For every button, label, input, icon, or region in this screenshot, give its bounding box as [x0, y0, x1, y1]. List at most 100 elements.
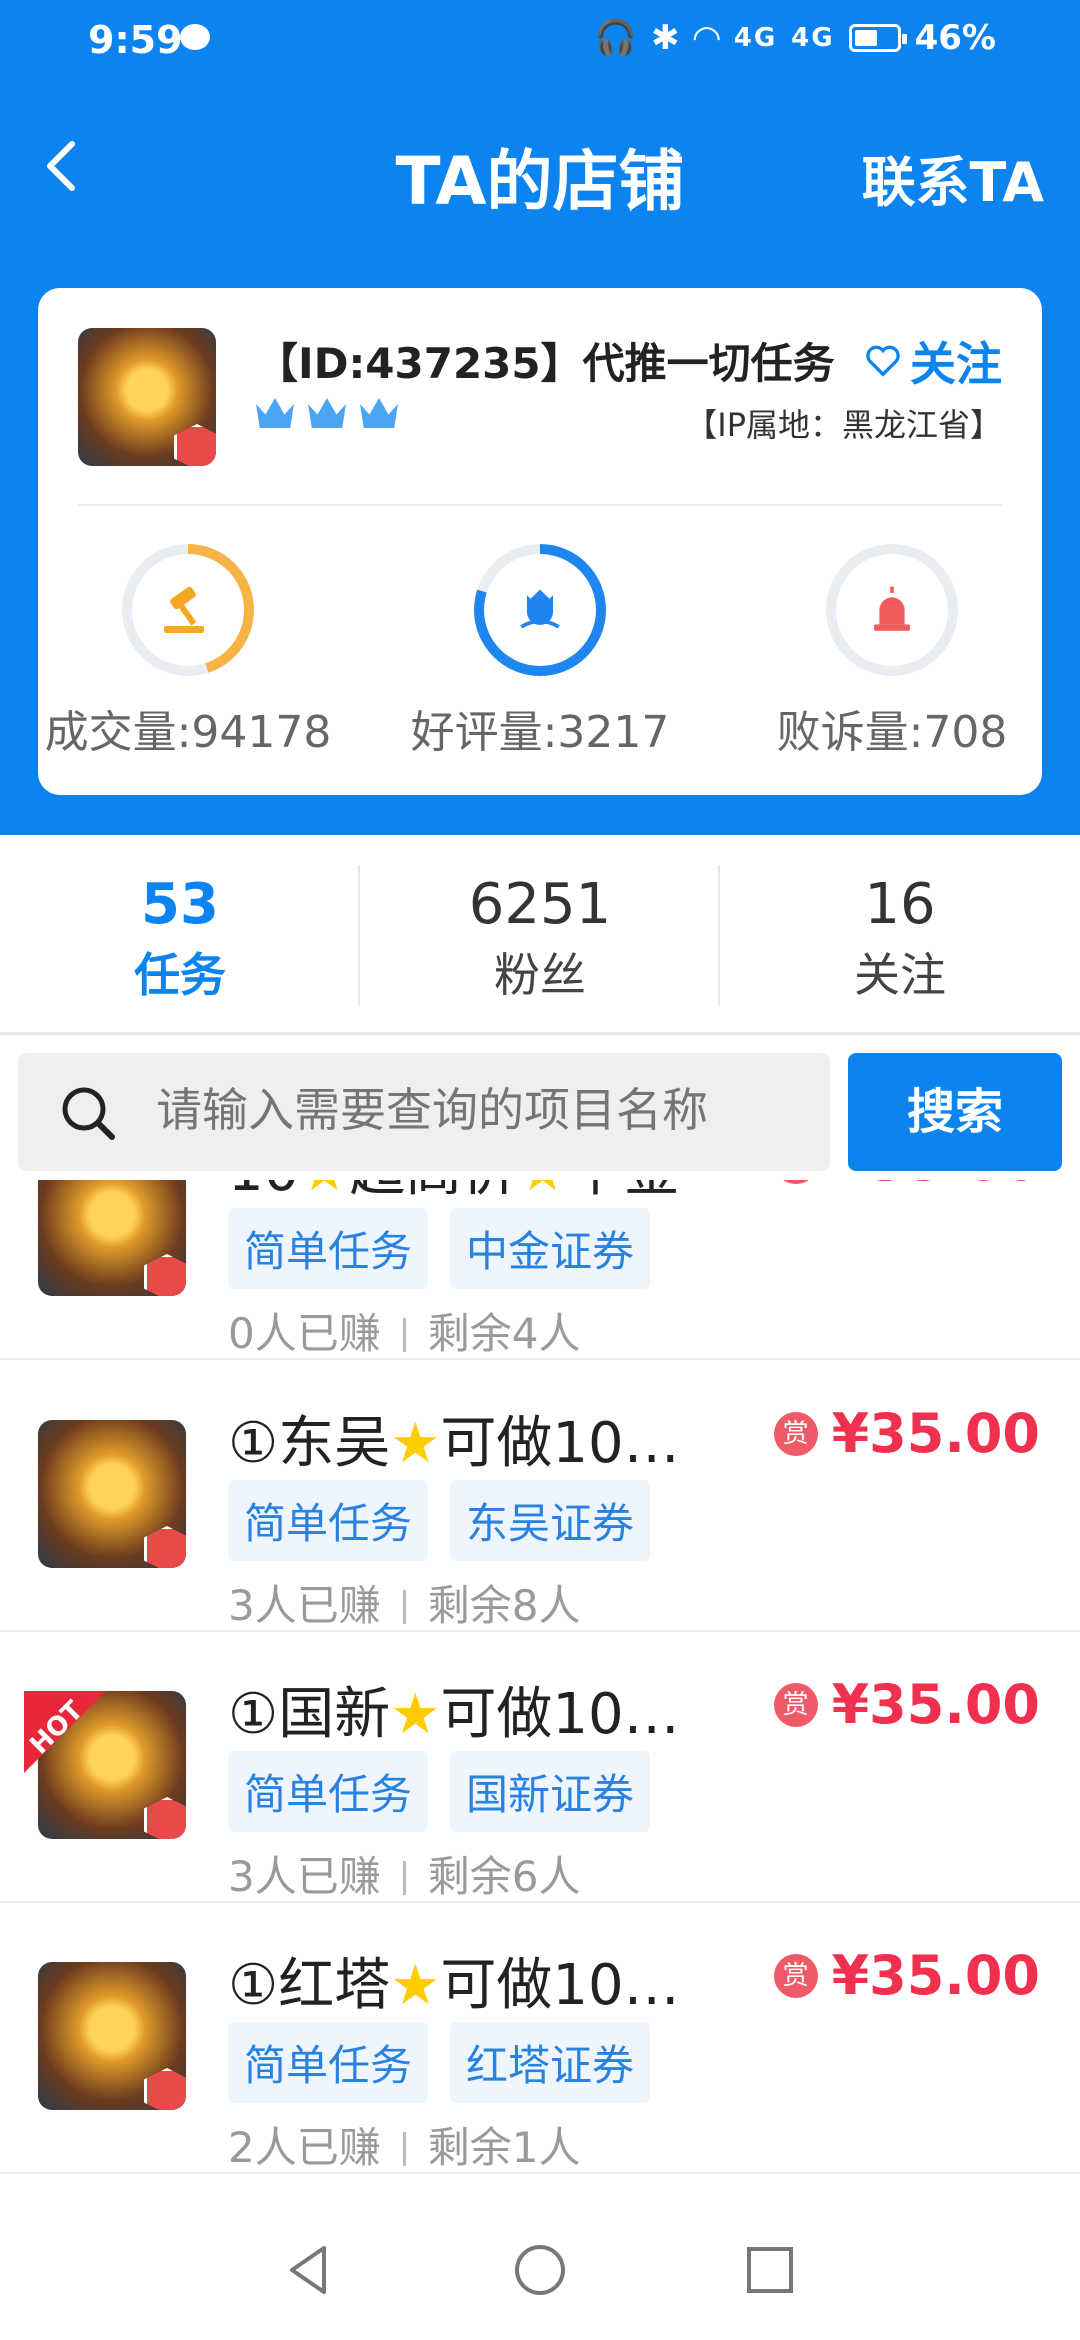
task-earned: 2人已赚	[228, 2123, 381, 2172]
task-reward: 赏 ¥35.00	[773, 1673, 1040, 1736]
nav-recents-icon[interactable]	[740, 2240, 800, 2300]
ip-location: 【IP属地：黑龙江省】	[685, 406, 1002, 444]
divider	[402, 1861, 406, 1895]
task-meta: 3人已赚 剩余6人	[228, 1843, 580, 1904]
task-earned: 3人已赚	[228, 1852, 381, 1901]
shop-card: 【ID:437235】代推一切任务 关注 【IP属地：黑龙江省】 成交量:941…	[38, 288, 1042, 795]
task-price: ¥35.00	[831, 1402, 1040, 1465]
stat-complaints: 败诉量:708	[742, 544, 1042, 760]
status-icons: 🎧 ✱ ◠ 4G 4G 46%	[595, 18, 996, 58]
task-price: ¥35.00	[832, 1180, 1040, 1193]
system-nav-bar	[0, 2200, 1080, 2340]
task-avatar	[38, 1180, 186, 1296]
list-item[interactable]: 10★超高价★中金 赏 ¥35.00 简单任务 中金证券 0人已赚剩余4人	[0, 1180, 1080, 1360]
crown-icon	[256, 398, 294, 428]
bluetooth-icon: ✱	[651, 18, 680, 58]
task-title-part: 可做10…	[440, 1682, 680, 1747]
nav-home-icon[interactable]	[510, 2240, 570, 2300]
task-meta: 2人已赚 剩余1人	[228, 2114, 580, 2175]
task-tag: 简单任务	[228, 2022, 429, 2103]
message-icon	[180, 24, 210, 50]
list-item[interactable]: HOT ①国新★可做10… 赏 ¥35.00 简单任务 国新证券 3人已赚 剩余6…	[0, 1631, 1080, 1903]
tab-tasks[interactable]: 53 任务	[0, 860, 360, 1010]
task-tags: 简单任务 红塔证券	[228, 2022, 651, 2103]
task-tag: 中金证券	[450, 1208, 651, 1289]
task-earned: 0人已赚	[228, 1309, 381, 1358]
task-tags: 简单任务 国新证券	[228, 1751, 651, 1832]
reward-badge: 赏	[773, 1180, 818, 1184]
heart-plus-icon	[866, 345, 900, 377]
task-tag: 红塔证券	[450, 2022, 651, 2103]
task-tag: 简单任务	[228, 1751, 429, 1832]
wifi-icon: ◠	[693, 18, 720, 58]
signal-a-icon: 4G	[733, 23, 778, 53]
signal-b-icon: 4G	[791, 23, 835, 53]
task-reward: 赏 ¥35.00	[773, 1944, 1040, 2007]
reward-badge: 赏	[773, 1953, 818, 1998]
divider	[402, 2132, 406, 2166]
task-title-part: 超高价	[349, 1180, 517, 1204]
task-title-part: ①红塔	[228, 1953, 391, 2018]
star-icon: ★	[299, 1180, 349, 1204]
task-tag: 简单任务	[228, 1480, 429, 1561]
stat-complaints-label: 败诉量:708	[776, 707, 1008, 758]
task-remaining: 剩余4人	[427, 1309, 581, 1358]
divider	[0, 1032, 1080, 1035]
tab-label: 关注	[854, 948, 946, 1002]
task-title-part: 可做10…	[440, 1411, 680, 1476]
task-title: ①国新★可做10…	[228, 1669, 680, 1750]
follow-button[interactable]: 关注	[864, 328, 1002, 394]
crown-icon	[360, 398, 398, 428]
crown-badge-icon	[144, 1254, 186, 1296]
task-tag: 简单任务	[228, 1208, 429, 1289]
tab-count: 16	[864, 872, 936, 937]
tab-count: 6251	[468, 872, 612, 937]
tulip-icon	[520, 589, 560, 629]
task-title-part: ①东吴	[228, 1411, 391, 1476]
divider	[402, 1318, 406, 1352]
battery-icon	[848, 24, 907, 52]
deals-ring	[122, 544, 254, 676]
search-box	[18, 1053, 830, 1171]
headphones-icon: 🎧	[594, 18, 638, 58]
task-title-part: 可做10…	[440, 1953, 680, 2018]
reward-badge: 赏	[773, 1682, 818, 1727]
task-title-part: ①国新	[228, 1682, 391, 1747]
task-reward: 赏 ¥35.00	[773, 1402, 1040, 1465]
nav-bar: TA的店铺 联系TA	[0, 110, 1080, 230]
task-title: 10★超高价★中金	[228, 1180, 680, 1207]
task-tag: 东吴证券	[450, 1480, 651, 1561]
task-meta: 3人已赚 剩余8人	[228, 1572, 580, 1633]
task-tag: 国新证券	[450, 1751, 651, 1832]
star-icon: ★	[390, 1682, 441, 1747]
task-title-part: 10	[228, 1180, 299, 1204]
task-title: ①东吴★可做10…	[228, 1398, 680, 1479]
task-remaining: 剩余6人	[427, 1852, 581, 1901]
task-reward: 赏 ¥35.00	[773, 1180, 1040, 1193]
gavel-icon	[164, 586, 204, 633]
task-price: ¥35.00	[831, 1944, 1040, 2007]
list-item[interactable]: ①红塔★可做10… 赏 ¥35.00 简单任务 红塔证券 2人已赚 剩余1人	[0, 1902, 1080, 2174]
list-item[interactable]: ①东吴★可做10… 赏 ¥35.00 简单任务 东吴证券 3人已赚 剩余8人	[0, 1360, 1080, 1632]
status-bar: 9:59 🎧 ✱ ◠ 4G 4G 46%	[0, 0, 1080, 80]
alarm-icon	[874, 586, 910, 631]
task-title: ①红塔★可做10…	[228, 1940, 680, 2021]
shop-name: 【ID:437235】代推一切任务	[256, 339, 835, 388]
nav-back-icon[interactable]	[280, 2240, 340, 2300]
star-icon: ★	[517, 1180, 567, 1204]
shop-avatar	[78, 328, 216, 466]
star-icon: ★	[390, 1411, 441, 1476]
tab-fans[interactable]: 6251 粉丝	[360, 860, 720, 1010]
search-input[interactable]	[156, 1083, 816, 1137]
task-meta: 0人已赚 剩余4人	[228, 1300, 580, 1361]
task-tags: 简单任务 东吴证券	[228, 1480, 651, 1561]
search-button[interactable]: 搜索	[848, 1053, 1062, 1171]
tab-count: 53	[141, 872, 219, 937]
task-earned: 3人已赚	[228, 1581, 381, 1630]
tab-following[interactable]: 16 关注	[720, 860, 1080, 1010]
crown-badge-icon	[144, 1797, 186, 1839]
contact-button[interactable]: 联系TA	[862, 138, 1044, 217]
crown-badge-icon	[144, 1526, 186, 1568]
stat-good-reviews-label: 好评量:3217	[410, 707, 670, 758]
task-tags: 简单任务 中金证券	[228, 1208, 651, 1289]
